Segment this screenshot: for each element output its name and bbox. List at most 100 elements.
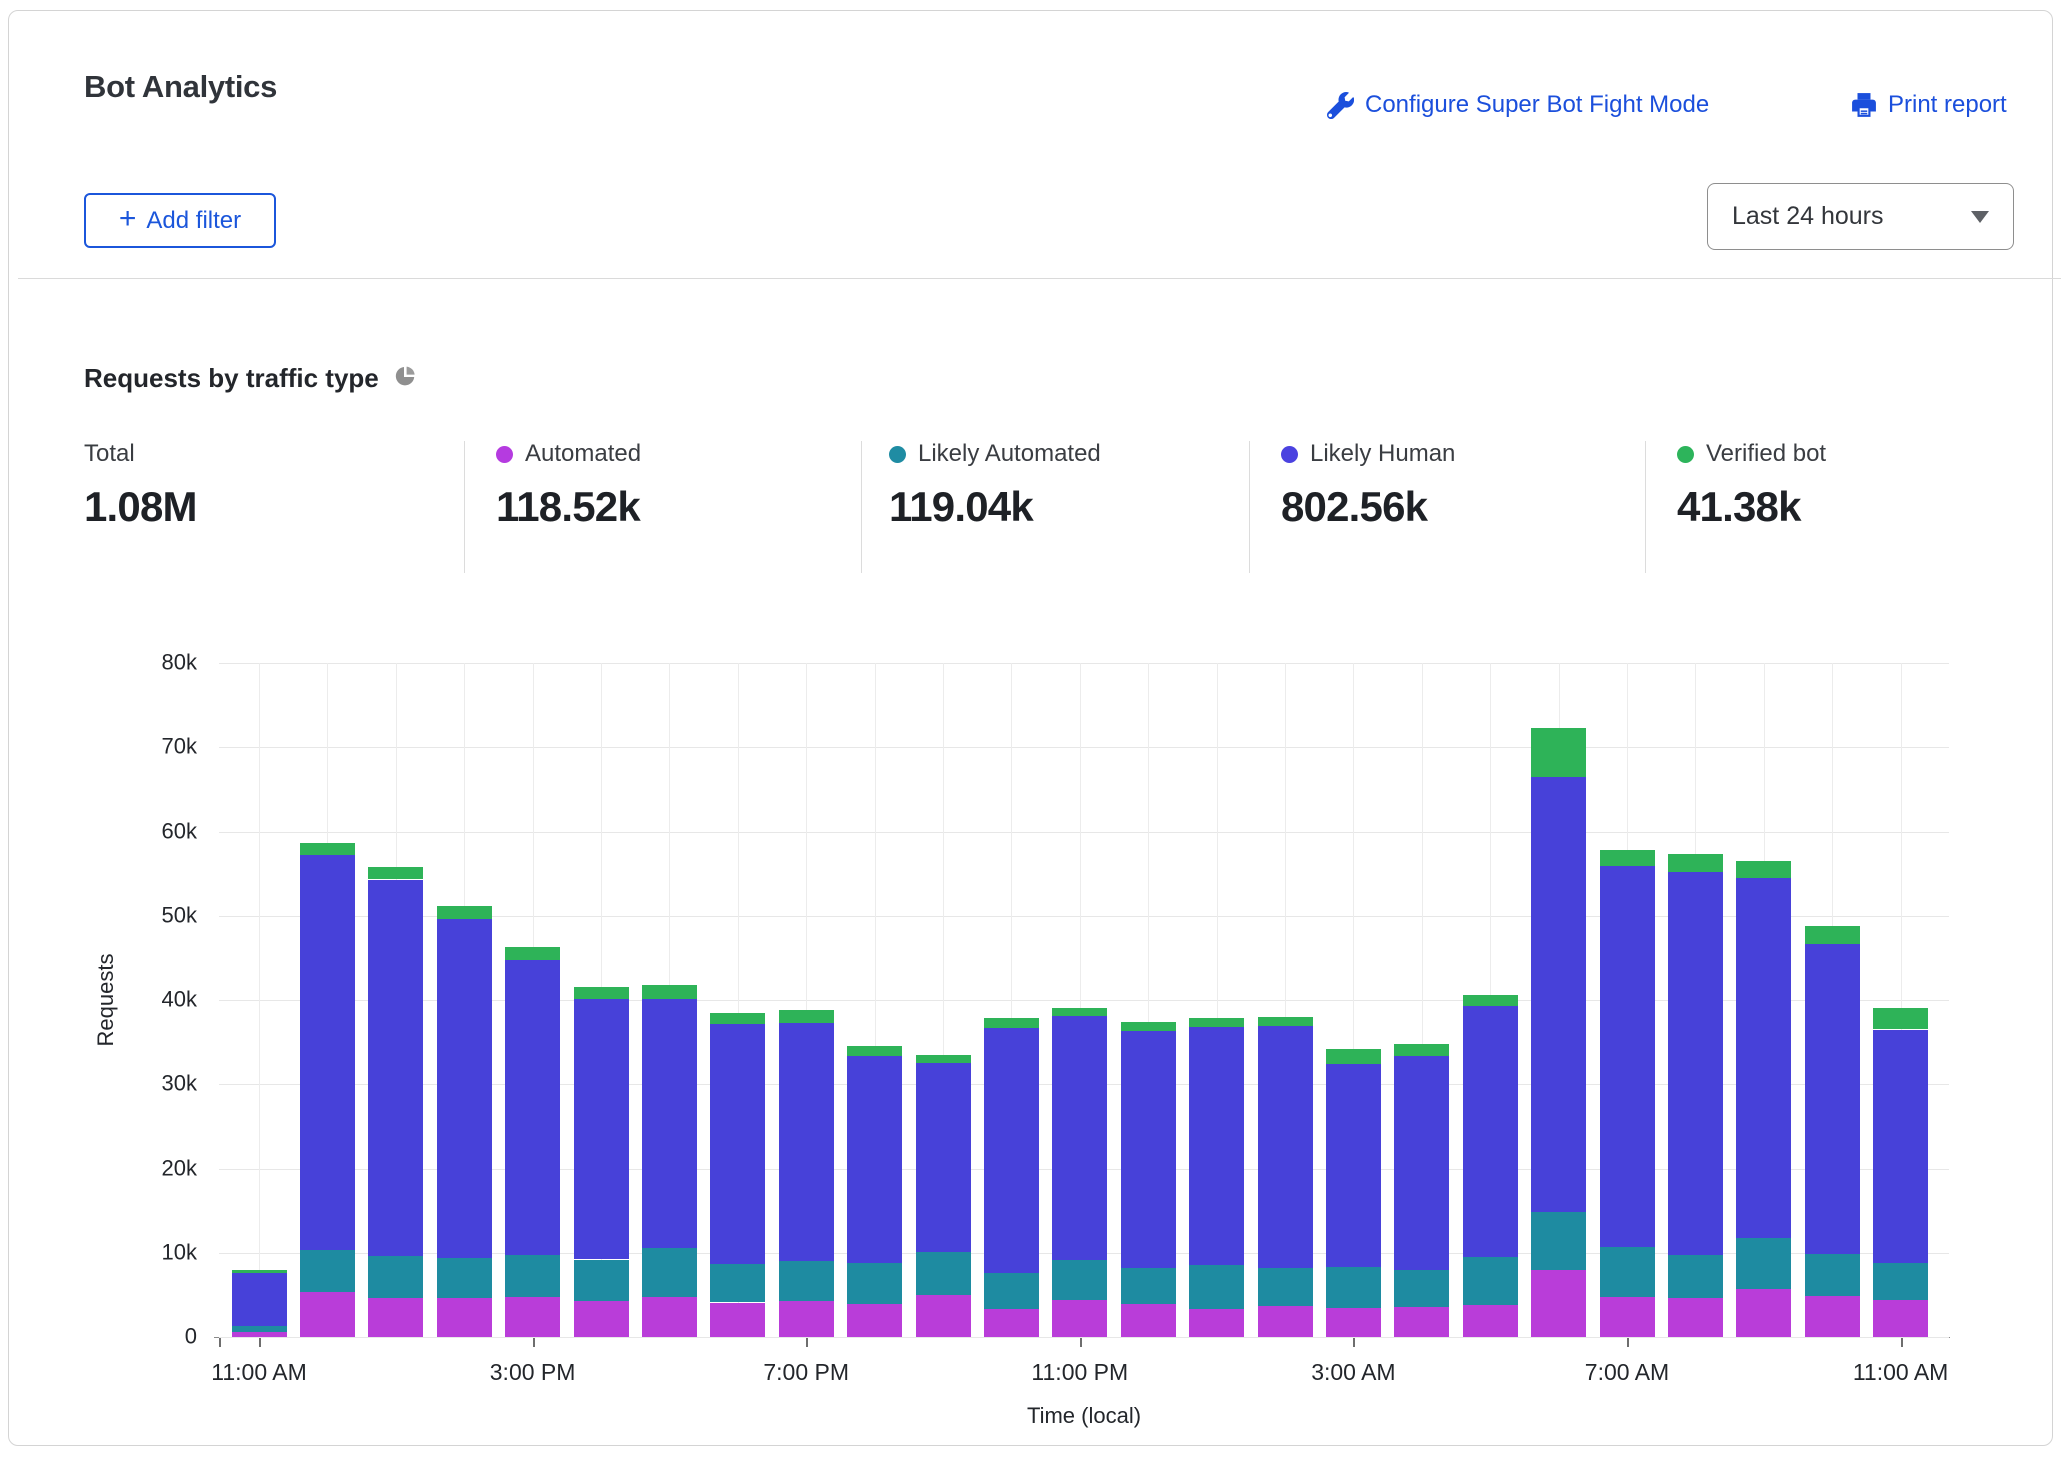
bar-segment-automated (1052, 1300, 1107, 1337)
bar-segment-likely-automated (1258, 1268, 1313, 1306)
grid-line-vertical (1559, 663, 1560, 1337)
x-axis-tick-label: 11:00 PM (1031, 1359, 1128, 1386)
bar-segment-verified-bot (574, 987, 629, 999)
y-axis-tick-label: 50k (162, 902, 197, 928)
grid-line-vertical (1285, 663, 1286, 1337)
bar-segment-verified-bot (1668, 854, 1723, 872)
bar-segment-likely-automated (1873, 1263, 1928, 1300)
x-axis-tick (1627, 1338, 1629, 1347)
grid-line-vertical (601, 663, 602, 1337)
stat-divider (1645, 441, 1646, 573)
y-axis-tick-label: 10k (162, 1239, 197, 1265)
bar-segment-likely-human (1531, 777, 1586, 1213)
pie-chart-icon (393, 364, 417, 393)
bar-segment-automated (1121, 1304, 1176, 1337)
bar-segment-likely-human (984, 1028, 1039, 1273)
add-filter-label: Add filter (146, 207, 241, 235)
bar-segment-verified-bot (1121, 1022, 1176, 1031)
bar-segment-likely-human (1463, 1006, 1518, 1257)
bar-segment-verified-bot (779, 1010, 834, 1023)
bar-segment-verified-bot (1189, 1018, 1244, 1027)
bar-segment-automated (437, 1298, 492, 1337)
bar-segment-likely-automated (1189, 1265, 1244, 1309)
bar-segment-likely-human (1805, 944, 1860, 1254)
stat-value: 119.04k (889, 483, 1249, 531)
chevron-down-icon (1971, 211, 1989, 223)
bar-segment-likely-human (300, 855, 355, 1250)
print-report-link[interactable]: Print report (1851, 91, 2007, 119)
bar-segment-automated (1668, 1298, 1723, 1337)
grid-line-vertical (1080, 663, 1081, 1337)
stat-likely-automated[interactable]: Likely Automated 119.04k (889, 439, 1249, 531)
x-axis-tick-label: 11:00 AM (211, 1359, 306, 1386)
stat-label: Total (84, 440, 135, 468)
x-axis-title: Time (local) (1027, 1403, 1141, 1429)
bar-segment-likely-human (368, 880, 423, 1257)
stat-likely-human[interactable]: Likely Human 802.56k (1281, 439, 1641, 531)
bar-segment-likely-automated (916, 1252, 971, 1295)
stat-value: 1.08M (84, 483, 444, 531)
bar-segment-verified-bot (847, 1046, 902, 1056)
grid-line-horizontal (219, 1084, 1949, 1085)
bar-segment-automated (1736, 1289, 1791, 1337)
bar-segment-verified-bot (1531, 728, 1586, 777)
stat-label: Automated (525, 440, 641, 468)
bar-segment-likely-human (779, 1023, 834, 1261)
bar-segment-likely-automated (642, 1248, 697, 1297)
bar-segment-verified-bot (368, 867, 423, 880)
grid-line-horizontal (219, 916, 1949, 917)
grid-line-vertical (943, 663, 944, 1337)
page-title: Bot Analytics (84, 69, 277, 105)
add-filter-button[interactable]: + Add filter (84, 193, 276, 248)
bar-segment-likely-automated (1326, 1267, 1381, 1308)
bar-segment-verified-bot (232, 1270, 287, 1273)
bar-segment-verified-bot (642, 985, 697, 999)
y-axis-tick-label: 70k (162, 734, 197, 760)
bar-segment-likely-automated (1600, 1247, 1655, 1297)
x-axis-tick (1080, 1338, 1082, 1347)
grid-line-vertical (1627, 663, 1628, 1337)
y-axis-tick-label: 40k (162, 986, 197, 1012)
bar-segment-verified-bot (1052, 1008, 1107, 1016)
bar-segment-automated (574, 1301, 629, 1337)
stat-label: Likely Human (1310, 440, 1455, 468)
x-axis-tick-label: 3:00 AM (1311, 1359, 1395, 1386)
bar-segment-automated (1600, 1297, 1655, 1337)
bar-segment-automated (1189, 1309, 1244, 1337)
bar-segment-verified-bot (1463, 995, 1518, 1006)
bar-segment-automated (505, 1297, 560, 1337)
grid-line-vertical (1764, 663, 1765, 1337)
grid-line-horizontal (219, 1000, 1949, 1001)
stat-automated[interactable]: Automated 118.52k (496, 439, 856, 531)
grid-line-horizontal (219, 1253, 1949, 1254)
x-axis-origin-tick (219, 1338, 221, 1347)
likely-human-dot-icon (1281, 446, 1298, 463)
grid-line-vertical (738, 663, 739, 1337)
verified-bot-dot-icon (1677, 446, 1694, 463)
bot-analytics-panel: Bot Analytics Configure Super Bot Fight … (8, 10, 2053, 1446)
stat-divider (861, 441, 862, 573)
bar-segment-likely-human (1668, 872, 1723, 1255)
header-divider (18, 278, 2061, 279)
bar-segment-likely-automated (1463, 1257, 1518, 1305)
print-link-label: Print report (1888, 91, 2007, 119)
grid-line-vertical (396, 663, 397, 1337)
wrench-icon (1327, 92, 1354, 119)
x-axis-tick (533, 1338, 535, 1347)
stat-verified-bot[interactable]: Verified bot 41.38k (1677, 439, 2037, 531)
grid-line-vertical (1353, 663, 1354, 1337)
configure-super-bot-fight-mode-link[interactable]: Configure Super Bot Fight Mode (1327, 91, 1709, 119)
bar-segment-verified-bot (916, 1055, 971, 1063)
grid-line-horizontal (219, 747, 1949, 748)
bar-segment-likely-human (574, 999, 629, 1259)
time-range-select[interactable]: Last 24 hours (1707, 183, 2014, 250)
bar-segment-likely-human (232, 1273, 287, 1326)
stat-divider (1249, 441, 1250, 573)
stat-label: Likely Automated (918, 440, 1101, 468)
grid-line-vertical (1148, 663, 1149, 1337)
y-axis-tick-label: 60k (162, 818, 197, 844)
grid-line-vertical (1011, 663, 1012, 1337)
bar-segment-likely-human (1326, 1064, 1381, 1267)
grid-line-horizontal (219, 832, 1949, 833)
bar-segment-likely-automated (1394, 1270, 1449, 1307)
